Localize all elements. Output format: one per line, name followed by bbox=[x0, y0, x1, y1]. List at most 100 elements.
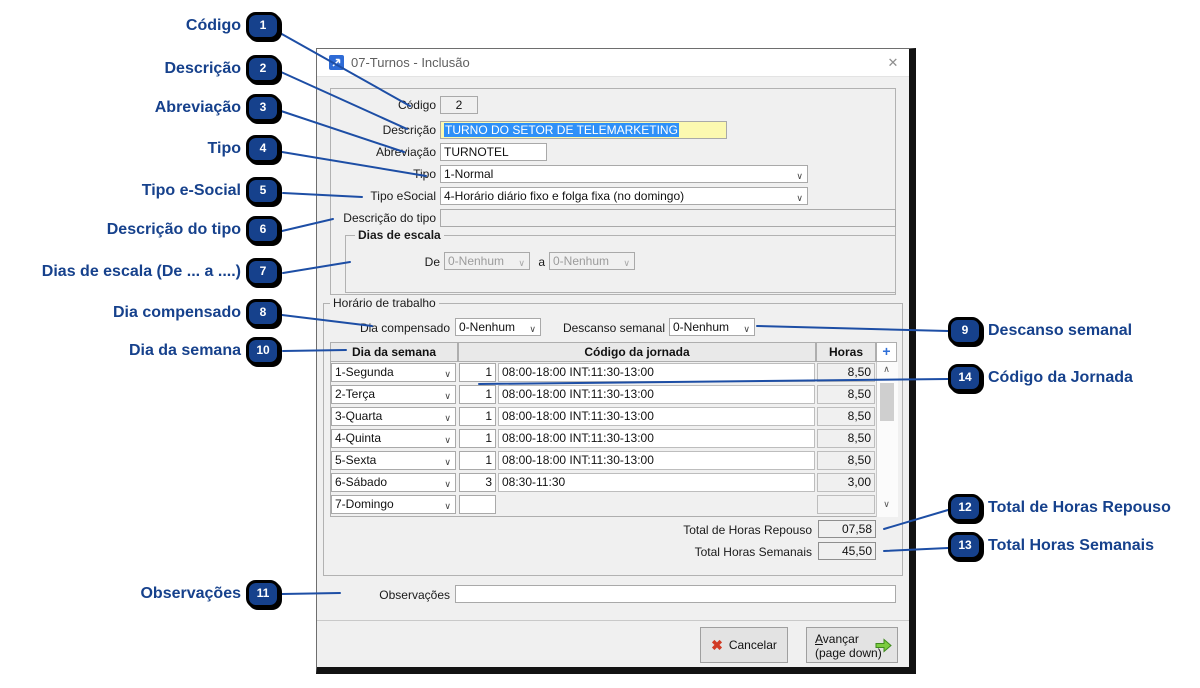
annotation-label: Tipo bbox=[207, 140, 241, 157]
dia-semana-select[interactable]: 7-Domingo ∨ bbox=[331, 495, 456, 514]
annotation-badge: 12 bbox=[948, 494, 982, 522]
chevron-down-icon: ∨ bbox=[796, 171, 803, 181]
total-horas-repouso-label: Total de Horas Repouso bbox=[683, 523, 812, 537]
descricao-field[interactable]: TURNO DO SETOR DE TELEMARKETING bbox=[440, 121, 727, 139]
jornada-codigo-cell[interactable]: 1 bbox=[459, 429, 496, 448]
jornada-descricao-cell[interactable]: 08:30-11:30 bbox=[498, 473, 815, 492]
horas-cell: 8,50 bbox=[817, 363, 875, 382]
dia-semana-select[interactable]: 3-Quarta ∨ bbox=[331, 407, 456, 426]
horario-legend: Horário de trabalho bbox=[330, 297, 439, 310]
horas-cell: 8,50 bbox=[817, 451, 875, 470]
plus-icon: + bbox=[882, 343, 891, 359]
abreviacao-field[interactable]: TURNOTEL bbox=[440, 143, 547, 161]
add-jornada-button[interactable]: + bbox=[876, 342, 897, 362]
horas-cell: 8,50 bbox=[817, 385, 875, 404]
dia-compensado-value: 0-Nenhum bbox=[459, 320, 516, 334]
annotation-label: Dias de escala (De ... a ....) bbox=[41, 263, 241, 280]
annotation-badge: 13 bbox=[948, 532, 982, 560]
annotation-label: Abreviação bbox=[154, 99, 241, 116]
jornada-codigo-cell[interactable] bbox=[459, 495, 496, 514]
scroll-up-icon[interactable]: ∧ bbox=[878, 364, 895, 375]
annotation-badge: 5 bbox=[246, 177, 280, 205]
chevron-down-icon: ∨ bbox=[444, 435, 451, 445]
dia-semana-select[interactable]: 6-Sábado ∨ bbox=[331, 473, 456, 492]
cancel-x-icon: ✖ bbox=[711, 636, 723, 653]
a-select: 0-Nenhum ∨ bbox=[549, 252, 635, 270]
dia-semana-select[interactable]: 5-Sexta ∨ bbox=[331, 451, 456, 470]
annotation-label: Dia compensado bbox=[112, 304, 241, 321]
next-button[interactable]: Avançar (page down) bbox=[806, 627, 898, 663]
descricao-tipo-field bbox=[440, 209, 896, 227]
close-icon[interactable]: ✕ bbox=[881, 52, 905, 73]
chevron-down-icon: ∨ bbox=[518, 258, 525, 268]
annotation-badge: 10 bbox=[246, 337, 280, 365]
annotation-label: Descrição bbox=[164, 60, 242, 77]
dia-semana-select[interactable]: 2-Terça ∨ bbox=[331, 385, 456, 404]
cancel-button-label: Cancelar bbox=[728, 638, 777, 652]
chevron-down-icon: ∨ bbox=[444, 457, 451, 467]
annotation-label: Total Horas Semanais bbox=[988, 537, 1154, 554]
dia-semana-value: 2-Terça bbox=[335, 387, 376, 401]
observacoes-label: Observações bbox=[379, 588, 450, 602]
descricao-label: Descrição bbox=[382, 123, 436, 137]
dialog-title: 07-Turnos - Inclusão bbox=[351, 55, 470, 70]
descanso-semanal-label: Descanso semanal bbox=[562, 321, 665, 335]
annotation-label: Descanso semanal bbox=[988, 322, 1133, 339]
annotation-label: Tipo e-Social bbox=[141, 182, 241, 199]
jornada-descricao-cell[interactable]: 08:00-18:00 INT:11:30-13:00 bbox=[498, 451, 815, 470]
tipo-select[interactable]: 1-Normal ∨ bbox=[440, 165, 808, 183]
observacoes-field[interactable] bbox=[455, 585, 896, 603]
jornada-descricao-cell[interactable]: 08:00-18:00 INT:11:30-13:00 bbox=[498, 407, 815, 426]
descanso-semanal-select[interactable]: 0-Nenhum ∨ bbox=[669, 318, 755, 336]
annotation-badge: 2 bbox=[246, 55, 280, 83]
annotation-label: Dia da semana bbox=[128, 342, 241, 359]
annotation-label: Código bbox=[185, 17, 241, 34]
scroll-thumb[interactable] bbox=[880, 383, 894, 421]
chevron-down-icon: ∨ bbox=[444, 391, 451, 401]
horas-cell bbox=[817, 495, 875, 514]
jornada-descricao-cell[interactable]: 08:00-18:00 INT:11:30-13:00 bbox=[498, 429, 815, 448]
dia-semana-select[interactable]: 1-Segunda ∨ bbox=[331, 363, 456, 382]
horas-cell: 8,50 bbox=[817, 429, 875, 448]
annotation-badge: 8 bbox=[246, 299, 280, 327]
dia-semana-value: 6-Sábado bbox=[335, 475, 388, 489]
th-dia-semana: Dia da semana bbox=[330, 342, 458, 362]
cancel-button[interactable]: ✖ Cancelar bbox=[700, 627, 788, 663]
chevron-down-icon: ∨ bbox=[623, 258, 630, 268]
tipo-label: Tipo bbox=[413, 167, 436, 181]
jornada-codigo-cell[interactable]: 1 bbox=[459, 385, 496, 404]
dialog-07-turnos-inclusao: 07-Turnos - Inclusão ✕ Código 2 Descriçã… bbox=[316, 48, 916, 674]
jornada-codigo-cell[interactable]: 1 bbox=[459, 451, 496, 470]
next-button-label-2: (page down) bbox=[815, 646, 882, 660]
a-label: a bbox=[538, 255, 545, 269]
dia-semana-value: 4-Quinta bbox=[335, 431, 382, 445]
codigo-label: Código bbox=[397, 98, 436, 112]
total-horas-semanais-value: 45,50 bbox=[818, 542, 876, 560]
total-horas-semanais-label: Total Horas Semanais bbox=[694, 545, 812, 559]
dia-compensado-select[interactable]: 0-Nenhum ∨ bbox=[455, 318, 541, 336]
annotation-badge: 6 bbox=[246, 216, 280, 244]
jornada-descricao-cell[interactable]: 08:00-18:00 INT:11:30-13:00 bbox=[498, 363, 815, 382]
dia-compensado-label: Dia compensado bbox=[359, 321, 450, 335]
scroll-down-icon[interactable]: ∨ bbox=[878, 499, 895, 510]
descricao-selected-text: TURNO DO SETOR DE TELEMARKETING bbox=[444, 123, 679, 137]
th-codigo-jornada: Código da jornada bbox=[458, 342, 816, 362]
title-bar: 07-Turnos - Inclusão ✕ bbox=[317, 49, 909, 77]
de-select: 0-Nenhum ∨ bbox=[444, 252, 530, 270]
annotation-label: Descrição do tipo bbox=[106, 221, 241, 238]
total-horas-repouso-value: 07,58 bbox=[818, 520, 876, 538]
chevron-down-icon: ∨ bbox=[529, 324, 536, 334]
tipo-select-value: 1-Normal bbox=[444, 167, 494, 181]
codigo-field[interactable]: 2 bbox=[440, 96, 478, 114]
annotated-screenshot: 07-Turnos - Inclusão ✕ Código 2 Descriçã… bbox=[0, 0, 1200, 688]
annotation-badge: 9 bbox=[948, 317, 982, 345]
jornada-codigo-cell[interactable]: 1 bbox=[459, 363, 496, 382]
next-arrow-icon bbox=[875, 638, 892, 656]
jornada-codigo-cell[interactable]: 1 bbox=[459, 407, 496, 426]
annotation-badge: 14 bbox=[948, 364, 982, 392]
tipo-esocial-select[interactable]: 4-Horário diário fixo e folga fixa (no d… bbox=[440, 187, 808, 205]
dia-semana-select[interactable]: 4-Quinta ∨ bbox=[331, 429, 456, 448]
jornada-descricao-cell[interactable]: 08:00-18:00 INT:11:30-13:00 bbox=[498, 385, 815, 404]
a-select-value: 0-Nenhum bbox=[553, 254, 610, 268]
jornada-codigo-cell[interactable]: 3 bbox=[459, 473, 496, 492]
